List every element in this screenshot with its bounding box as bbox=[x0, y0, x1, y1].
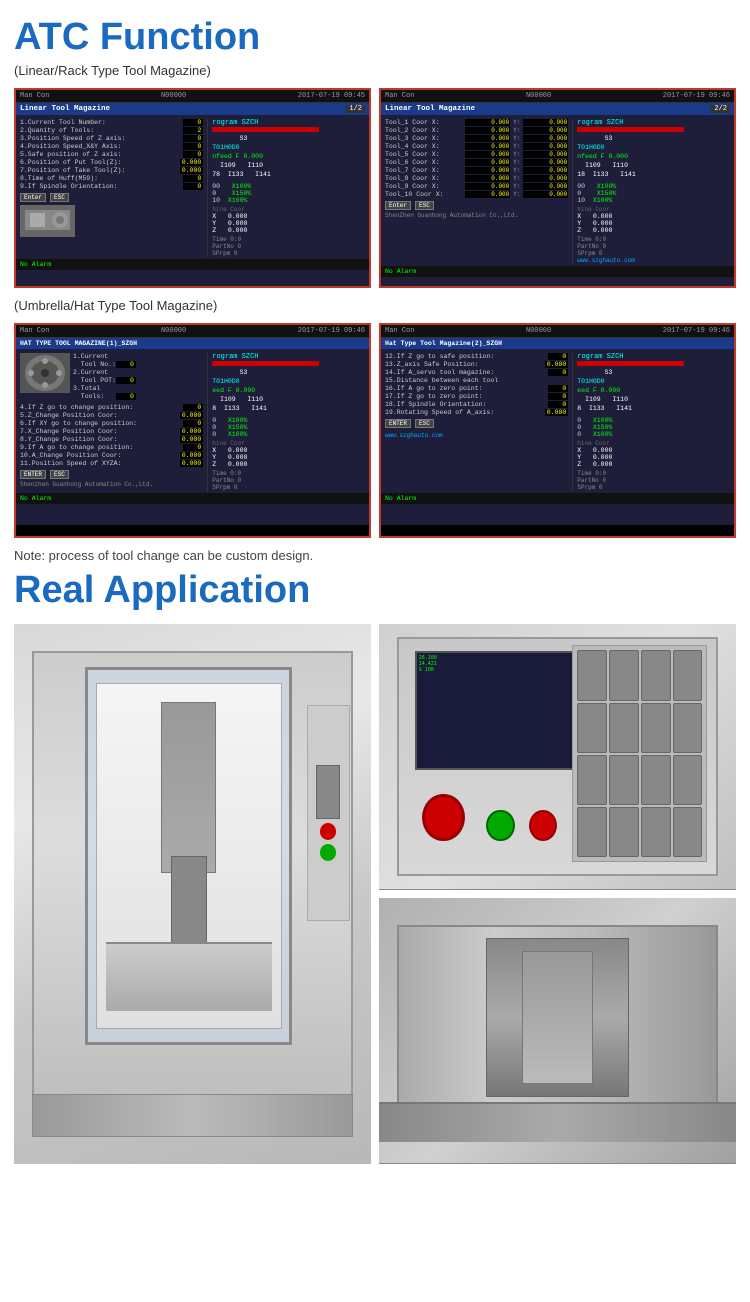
screen2-n: N00000 bbox=[526, 92, 551, 100]
screen3-machine-svg bbox=[20, 353, 70, 393]
screen1-page: 1/2 bbox=[346, 105, 365, 113]
screen4: Man Con N00000 2017-07-19 09:46 Hat Type… bbox=[381, 325, 734, 525]
screen1-body: 1.Current Tool Number:0 2.Quanity of Too… bbox=[16, 117, 369, 259]
real-app-title: Real Application bbox=[14, 569, 736, 612]
linear-subtitle: (Linear/Rack Type Tool Magazine) bbox=[14, 63, 736, 78]
screen2-title: Linear Tool Magazine bbox=[385, 105, 475, 113]
screen1-prog-bar bbox=[212, 127, 319, 132]
screen1-box: Man Con N00000 2017-07-19 09:45 Linear T… bbox=[14, 88, 371, 288]
screen3-prog-bar bbox=[212, 361, 319, 366]
umbrella-subtitle: (Umbrella/Hat Type Tool Magazine) bbox=[14, 298, 736, 313]
screen2-prog-bar bbox=[577, 127, 684, 132]
screen1-title-row: Linear Tool Magazine 1/2 bbox=[16, 103, 369, 115]
photos-grid: 26.10014.421S 100 bbox=[14, 624, 736, 1164]
photo-machine-detail bbox=[379, 898, 736, 1164]
linear-screenshots-row: Man Con N00000 2017-07-19 09:45 Linear T… bbox=[14, 88, 736, 288]
screen3-title-row: HAT TYPE TOOL MAGAZINE(1)_SZGH bbox=[16, 338, 369, 349]
screen2-page: 2/2 bbox=[711, 105, 730, 113]
page-wrapper: ATC Function (Linear/Rack Type Tool Maga… bbox=[0, 0, 750, 1180]
screen3-esc-btn[interactable]: ESC bbox=[50, 470, 69, 479]
screen2-esc-btn[interactable]: ESC bbox=[415, 201, 434, 210]
screen2: Man Con N00000 2017-07-19 09:46 Linear T… bbox=[381, 90, 734, 288]
photo-control-panel: 26.10014.421S 100 bbox=[379, 624, 736, 890]
screen2-box: Man Con N00000 2017-07-19 09:46 Linear T… bbox=[379, 88, 736, 288]
screen4-box: Man Con N00000 2017-07-19 09:46 Hat Type… bbox=[379, 323, 736, 538]
screen1-esc-btn[interactable]: ESC bbox=[50, 193, 69, 202]
screen4-mode: Man Con bbox=[385, 327, 414, 335]
screen2-title-row: Linear Tool Magazine 2/2 bbox=[381, 103, 734, 115]
screen4-alarm: No Alarm bbox=[385, 495, 416, 502]
screen2-website: www.szghauto.com bbox=[577, 257, 730, 264]
screen1-left: 1.Current Tool Number:0 2.Quanity of Too… bbox=[20, 119, 203, 257]
screen1-header: Man Con N00000 2017-07-19 09:45 bbox=[16, 90, 369, 103]
screen1-title: Linear Tool Magazine bbox=[20, 105, 110, 113]
screen4-header: Man Con N00000 2017-07-19 09:46 bbox=[381, 325, 734, 338]
screen2-alarm: No Alarm bbox=[385, 268, 416, 275]
screen2-left: Tool_1 Coor X:0.000Y:0.000 Tool_2 Coor X… bbox=[385, 119, 568, 264]
screen2-enter-btn[interactable]: Enter bbox=[385, 201, 411, 210]
hat-screenshots-row: Man Con N00000 2017-07-19 09:46 HAT TYPE… bbox=[14, 323, 736, 538]
screen4-left: 12.If Z go to safe position:0 13.Z_axis … bbox=[385, 353, 568, 491]
screen3-right: rogram SZCH S3 T01H0D0 eed F 0.000 I109 … bbox=[207, 353, 365, 491]
screen1-n: N00000 bbox=[161, 92, 186, 100]
screen3: Man Con N00000 2017-07-19 09:46 HAT TYPE… bbox=[16, 325, 369, 525]
screen1-enter-btn[interactable]: Enter bbox=[20, 193, 46, 202]
screen4-title: Hat Type Tool Magazine(2)_SZGH bbox=[385, 340, 502, 347]
screen3-header: Man Con N00000 2017-07-19 09:46 bbox=[16, 325, 369, 338]
screen4-enter-btn[interactable]: ENTER bbox=[385, 419, 411, 428]
screen4-esc-btn[interactable]: ESC bbox=[415, 419, 434, 428]
screen3-alarm: No Alarm bbox=[20, 495, 51, 502]
screen3-enter-btn[interactable]: ENTER bbox=[20, 470, 46, 479]
screen4-body: 12.If Z go to safe position:0 13.Z_axis … bbox=[381, 351, 734, 493]
screen1: Man Con N00000 2017-07-19 09:45 Linear T… bbox=[16, 90, 369, 288]
screen3-title: HAT TYPE TOOL MAGAZINE(1)_SZGH bbox=[20, 340, 137, 347]
screen1-right: rogram SZCH S3 T01H0D0 nfeed F 0.000 I10… bbox=[207, 119, 365, 257]
screen1-alarm: No Alarm bbox=[20, 261, 51, 268]
screen3-left: 1.Current Tool No.:0 2.Current Tool POT:… bbox=[20, 353, 203, 491]
screen3-box: Man Con N00000 2017-07-19 09:46 HAT TYPE… bbox=[14, 323, 371, 538]
screen2-right: rogram SZCH S3 T01H0D0 nfeed F 0.000 I10… bbox=[572, 119, 730, 264]
screen4-date: 2017-07-19 09:46 bbox=[663, 327, 730, 335]
screen4-n: N00000 bbox=[526, 327, 551, 335]
screen3-date: 2017-07-19 09:46 bbox=[298, 327, 365, 335]
photo-cnc-machine bbox=[14, 624, 371, 1164]
screen2-date: 2017-07-19 09:46 bbox=[663, 92, 730, 100]
screen1-date: 2017-07-19 09:45 bbox=[298, 92, 365, 100]
screen4-right: rogram SZCH S3 T01H0D0 eed F 0.000 I109 … bbox=[572, 353, 730, 491]
screen3-n: N00000 bbox=[161, 327, 186, 335]
screen4-title-row: Hat Type Tool Magazine(2)_SZGH bbox=[381, 338, 734, 349]
screen2-mode: Man Con bbox=[385, 92, 414, 100]
screen1-mode: Man Con bbox=[20, 92, 49, 100]
screen2-header: Man Con N00000 2017-07-19 09:46 bbox=[381, 90, 734, 103]
screen4-prog-bar bbox=[577, 361, 684, 366]
screen1-machine-svg bbox=[20, 205, 75, 237]
screen3-body: 1.Current Tool No.:0 2.Current Tool POT:… bbox=[16, 351, 369, 493]
atc-title: ATC Function bbox=[14, 16, 736, 59]
screen2-body: Tool_1 Coor X:0.000Y:0.000 Tool_2 Coor X… bbox=[381, 117, 734, 266]
screen3-mode: Man Con bbox=[20, 327, 49, 335]
note-text: Note: process of tool change can be cust… bbox=[14, 548, 736, 563]
